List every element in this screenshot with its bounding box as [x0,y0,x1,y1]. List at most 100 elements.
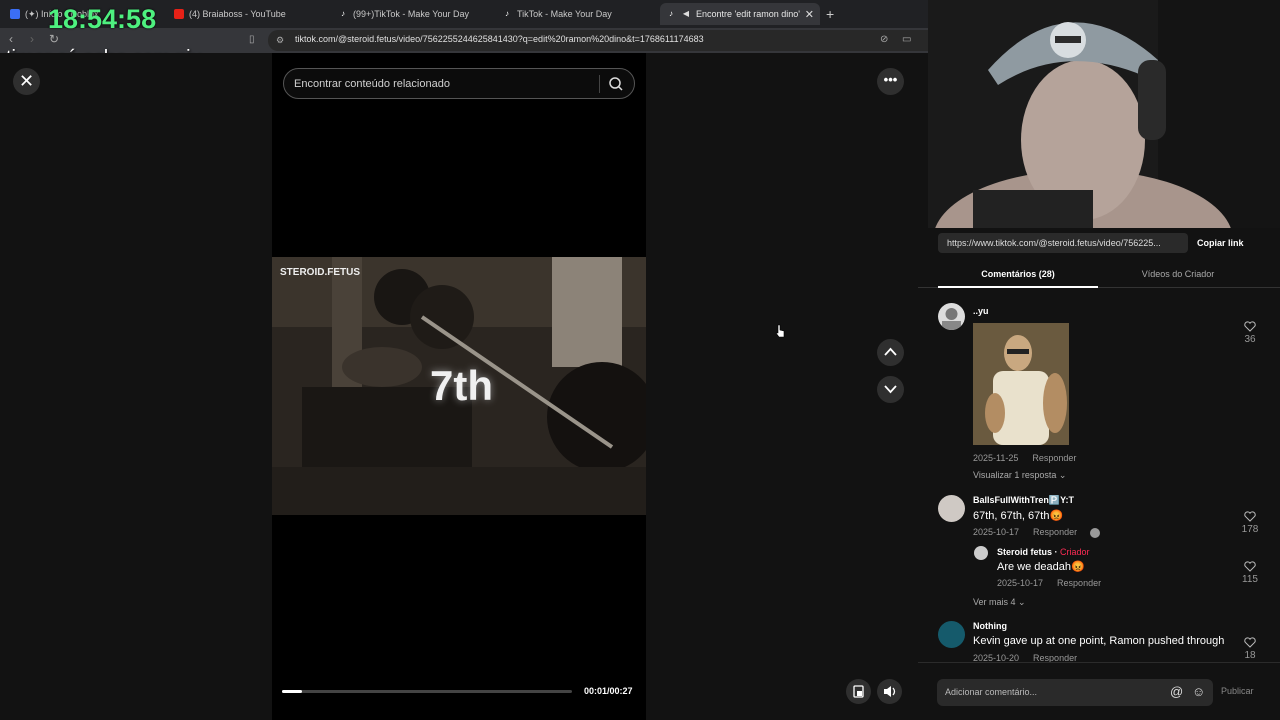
pip-icon [853,685,864,698]
search-icon[interactable] [608,76,624,92]
bookmark-icon[interactable]: ▯ [249,34,255,45]
ellipsis-icon: ••• [883,72,898,87]
mention-icon[interactable]: @ [1170,684,1183,699]
tiktok-icon: ♪ [669,9,673,18]
comment-placeholder: Adicionar comentário... [945,687,1038,697]
like-button[interactable]: 18 [1240,637,1260,661]
like-count: 36 [1244,334,1256,345]
reply-user-name: Steroid fetus [997,547,1053,557]
video-watermark: STEROID.FETUS [280,267,361,278]
tab-label: (4) Braiaboss - YouTube [189,9,286,19]
comment-meta: 2025-10-20 Responder [973,653,1077,662]
heart-icon [1244,511,1256,522]
avatar[interactable] [938,495,965,522]
youtube-icon [174,9,184,19]
back-icon[interactable]: ‹ [9,32,13,46]
related-search-input[interactable]: Encontrar conteúdo relacionado [283,68,635,99]
reply-button[interactable]: Responder [1033,527,1077,537]
reply-button[interactable]: Responder [1057,578,1101,588]
tiktok-page: ✕ Encontrar conteúdo relacionado STEROID… [0,53,918,720]
more-replies-button[interactable]: Ver mais 4 ⌄ [973,597,1026,608]
comment-meta: 2025-10-17 Responder [973,527,1100,538]
comment-username[interactable]: ..yu [973,306,989,316]
volume-icon [884,686,896,697]
chevron-up-icon [884,347,897,356]
like-count: 178 [1241,524,1259,535]
no-cast-icon[interactable]: ⊘ [880,34,888,45]
comment-input[interactable]: Adicionar comentário... @ ☺ [937,679,1213,706]
search-placeholder: Encontrar conteúdo relacionado [294,78,450,90]
volume-button[interactable] [877,679,902,704]
reply-meta: 2025-10-17 Responder [997,578,1101,588]
new-tab-button[interactable]: + [826,6,834,22]
close-tab-icon[interactable]: ✕ [805,8,814,21]
like-count: 18 [1244,650,1256,661]
view-replies-button[interactable]: Visualizar 1 resposta ⌄ [973,470,1066,481]
roblox-icon [10,9,20,19]
copy-link-button[interactable]: Copiar link [1197,238,1244,248]
close-icon: ✕ [18,71,35,91]
comment-image[interactable] [973,323,1069,445]
avatar[interactable] [974,546,988,560]
like-button[interactable]: 36 [1240,321,1260,345]
comment-meta: 2025-11-25 Responder [973,453,1076,463]
tab-comments[interactable]: Comentários (28) [938,262,1098,288]
comment-username[interactable]: BallsFullWithTren🅿️Y:T [973,495,1074,506]
video-player[interactable]: Encontrar conteúdo relacionado STEROID.F… [272,53,646,720]
forward-icon[interactable]: › [30,32,34,46]
share-link-field[interactable]: https://www.tiktok.com/@steroid.fetus/vi… [938,233,1188,253]
url-text[interactable]: tiktok.com/@steroid.fetus/video/75622552… [295,34,704,44]
video-frame[interactable]: STEROID.FETUS 7th [272,257,646,515]
comment-item: ..yu 2025-11-25 Responder 36 Visualizar 1… [918,289,1280,481]
reply-button[interactable]: Responder [1033,653,1077,662]
creator-liked-icon [1089,527,1100,538]
tab-label: TikTok - Make Your Day [517,9,612,19]
comment-date: 2025-10-20 [973,653,1020,662]
reply-username[interactable]: Steroid fetus · Criador [997,547,1090,557]
comment-composer: Adicionar comentário... @ ☺ Publicar [918,662,1280,720]
heart-icon [1244,637,1256,648]
heart-icon [1244,321,1256,332]
like-button[interactable]: 115 [1240,561,1260,585]
tab-tiktok-2[interactable]: ♪ TikTok - Make Your Day [496,3,656,25]
panel-tabs: Comentários (28) Vídeos do Criador [918,262,1280,288]
like-button[interactable]: 178 [1240,511,1260,535]
creator-badge: Criador [1060,547,1090,557]
previous-video-button[interactable] [877,339,904,366]
comment-date: 2025-10-17 [973,527,1020,537]
like-count: 115 [1242,574,1258,585]
comment-item: BallsFullWithTren🅿️Y:T 67th, 67th, 67th😡… [918,489,1280,617]
video-timecode: 00:01/00:27 [584,686,633,696]
avatar[interactable] [938,621,965,648]
reply-button[interactable]: Responder [1032,453,1076,463]
more-options-button[interactable]: ••• [877,68,904,95]
site-info-icon[interactable]: ⚙ [276,35,284,46]
tab-tiktok-1[interactable]: ♪ (99+)TikTok - Make Your Day [332,3,492,25]
webcam-image [928,0,1280,228]
tab-youtube[interactable]: (4) Braiaboss - YouTube [168,3,328,25]
comment-username[interactable]: Nothing [973,621,1007,631]
emoji-icon[interactable]: ☺ [1192,684,1205,699]
stream-clock: 18:54:58 [48,4,157,34]
close-video-button[interactable]: ✕ [13,68,40,95]
reply-text: Are we deadah😡 [997,561,1085,573]
heart-icon [1244,561,1256,572]
video-progress-bar[interactable] [282,690,572,693]
picture-in-picture-button[interactable] [846,679,871,704]
chevron-down-icon [884,385,897,394]
mouse-cursor-icon [775,324,785,338]
progress-fill [282,690,303,693]
post-comment-button[interactable]: Publicar [1221,686,1254,696]
avatar[interactable] [938,303,965,330]
screen-icon[interactable]: ▭ [902,34,911,45]
tiktok-icon: ♪ [341,9,345,18]
comment-date: 2025-11-25 [973,453,1019,463]
tab-creator-videos[interactable]: Vídeos do Criador [1098,262,1258,288]
tab-tiktok-active[interactable]: ♪ ◀ Encontre 'edit ramon dino' no ✕ [660,3,820,25]
next-video-button[interactable] [877,376,904,403]
tab-label: (99+)TikTok - Make Your Day [353,9,469,19]
comment-item: Nothing Kevin gave up at one point, Ramo… [918,619,1280,662]
screen: (✦) Início - Roblox (4) Braiaboss - YouT… [0,0,1280,720]
tab-label: Encontre 'edit ramon dino' no [696,9,800,19]
video-overlay-text: 7th [430,362,493,409]
